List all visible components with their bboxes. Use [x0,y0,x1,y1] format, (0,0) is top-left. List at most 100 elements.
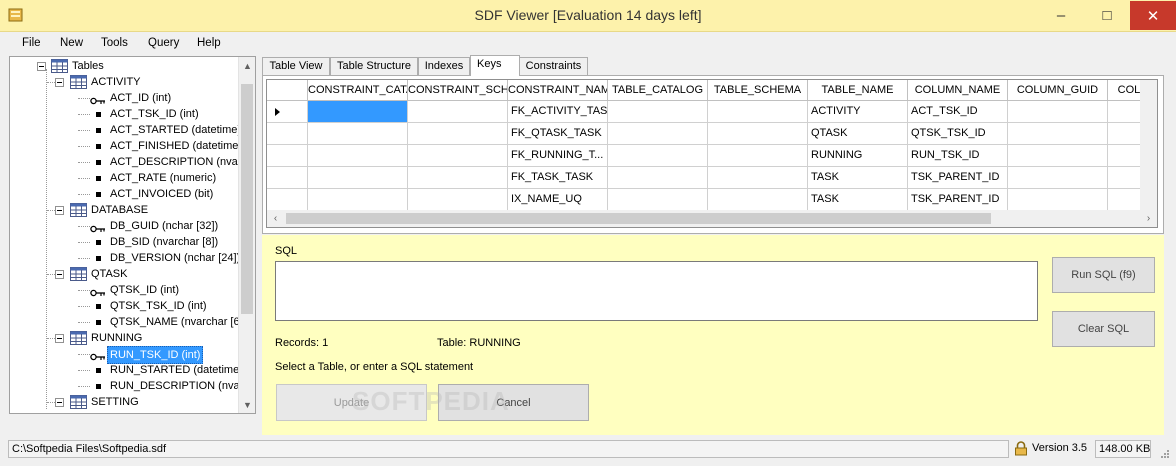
column-header[interactable]: CONSTRAINT_NAM [508,80,608,101]
menu-help[interactable]: Help [197,37,221,49]
tree-table-activity[interactable]: ACTIVITY [10,74,240,90]
collapse-icon[interactable] [55,334,64,343]
grid-cell[interactable] [608,189,708,211]
row-header[interactable] [267,123,308,145]
grid-cell[interactable]: RUNNING [808,145,908,167]
column-header[interactable]: COLUMN_NAME [908,80,1008,101]
column-header[interactable]: TABLE_CATALOG [608,80,708,101]
grid-cell[interactable] [1008,123,1108,145]
grid-cell[interactable] [408,167,508,189]
column-header[interactable]: CONSTRAINT_CATA [308,80,408,101]
collapse-icon[interactable] [37,62,46,71]
tree-column[interactable]: QTSK_ID (int) [10,282,240,298]
grid-cell[interactable]: FK_ACTIVITY_TASK [508,101,608,123]
tree-column[interactable]: ST_IDENT (nchar [32]) [10,410,240,413]
tree-scrollbar[interactable]: ▲ ▼ [238,57,255,413]
grid-horizontal-scrollbar[interactable]: ‹ › [267,210,1157,227]
tree-column[interactable]: ACT_STARTED (datetime) [10,122,241,138]
maximize-button[interactable]: □ [1084,1,1130,30]
grid-cell[interactable] [608,101,708,123]
collapse-icon[interactable] [55,270,64,279]
grid-cell[interactable]: TASK [808,189,908,211]
tree-column[interactable]: DB_SID (nvarchar [8]) [10,234,240,250]
grid-cell[interactable] [608,145,708,167]
keys-grid[interactable]: CONSTRAINT_CATA CONSTRAINT_SCH CONSTRAINT_… [266,79,1158,228]
sql-input[interactable] [275,261,1038,321]
tree-root[interactable]: Tables [10,58,240,74]
grid-cell[interactable]: ACTIVITY [808,101,908,123]
collapse-icon[interactable] [55,206,64,215]
run-sql-button[interactable]: Run SQL (f9) [1052,257,1155,293]
tree-column[interactable]: RUN_TSK_ID (int) [10,346,240,364]
grid-cell[interactable] [308,145,408,167]
clear-sql-button[interactable]: Clear SQL [1052,311,1155,347]
tree-table-running[interactable]: RUNNING [10,330,240,346]
menu-tools[interactable]: Tools [101,37,128,49]
column-header[interactable]: TABLE_NAME [808,80,908,101]
grid-cell[interactable] [708,167,808,189]
row-header[interactable] [267,167,308,189]
row-header[interactable] [267,189,308,211]
tab-constraints[interactable]: Constraints [519,57,588,76]
scroll-up-icon[interactable]: ▲ [239,57,255,74]
tree-column[interactable]: ACT_DESCRIPTION (nvarcha [10,154,255,170]
grid-vertical-scrollbar[interactable] [1140,80,1157,210]
tree-column[interactable]: ACT_ID (int) [10,90,240,106]
collapse-icon[interactable] [55,78,64,87]
tab-table-structure[interactable]: Table Structure [330,57,418,76]
scroll-thumb[interactable] [241,84,253,314]
grid-cell[interactable]: QTSK_TSK_ID [908,123,1008,145]
tree-column[interactable]: ACT_TSK_ID (int) [10,106,240,122]
column-header[interactable]: CONSTRAINT_SCH [408,80,508,101]
grid-cell[interactable] [408,123,508,145]
grid-cell[interactable] [408,145,508,167]
minimize-button[interactable]: – [1038,1,1084,30]
tree-column[interactable]: DB_GUID (nchar [32]) [10,218,240,234]
grid-cell[interactable]: FK_RUNNING_T... [508,145,608,167]
grid-cell[interactable]: IX_NAME_UQ [508,189,608,211]
scroll-down-icon[interactable]: ▼ [239,396,255,413]
grid-cell[interactable] [1008,101,1108,123]
grid-cell[interactable]: TASK [808,167,908,189]
grid-cell[interactable] [308,189,408,211]
tree-column[interactable]: ACT_FINISHED (datetime) [10,138,242,154]
grid-cell[interactable] [708,189,808,211]
grid-cell[interactable]: FK_QTASK_TASK [508,123,608,145]
tree-column[interactable]: QTSK_NAME (nvarchar [64 [10,314,246,330]
grid-cell[interactable]: FK_TASK_TASK [508,167,608,189]
resize-grip-icon[interactable] [1158,449,1170,461]
grid-cell[interactable] [308,123,408,145]
grid-cell[interactable] [1008,189,1108,211]
tree-column[interactable]: RUN_DESCRIPTION (nvarc [10,378,249,394]
grid-cell[interactable] [408,101,508,123]
tab-table-view[interactable]: Table View [262,57,330,76]
hscroll-thumb[interactable] [286,213,991,224]
tab-indexes[interactable]: Indexes [418,57,470,76]
grid-cell[interactable]: ACT_TSK_ID [908,101,1008,123]
menu-new[interactable]: New [60,37,83,49]
grid-cell[interactable] [708,101,808,123]
tree-table-setting[interactable]: SETTING [10,394,240,410]
grid-cell[interactable] [308,167,408,189]
tree-column[interactable]: DB_VERSION (nchar [24]) [10,250,240,266]
tree-column[interactable]: QTSK_TSK_ID (int) [10,298,240,314]
tab-keys[interactable]: Keys [470,55,520,76]
collapse-icon[interactable] [55,398,64,407]
grid-cell[interactable]: TSK_PARENT_ID [908,189,1008,211]
grid-cell[interactable] [1008,167,1108,189]
scroll-right-icon[interactable]: › [1140,210,1157,227]
tree-table-database[interactable]: DATABASE [10,202,240,218]
row-header[interactable] [267,101,308,123]
scroll-left-icon[interactable]: ‹ [267,210,284,227]
grid-cell[interactable] [608,167,708,189]
grid-cell[interactable] [608,123,708,145]
tree-column[interactable]: ACT_INVOICED (bit) [10,186,240,202]
grid-cell[interactable] [708,145,808,167]
grid-cell[interactable] [308,101,408,123]
tree-column[interactable]: ACT_RATE (numeric) [10,170,240,186]
grid-cell[interactable] [1008,145,1108,167]
column-header[interactable]: TABLE_SCHEMA [708,80,808,101]
grid-cell[interactable]: QTASK [808,123,908,145]
menu-file[interactable]: File [22,37,41,49]
tree-column[interactable]: RUN_STARTED (datetime) [10,362,243,378]
